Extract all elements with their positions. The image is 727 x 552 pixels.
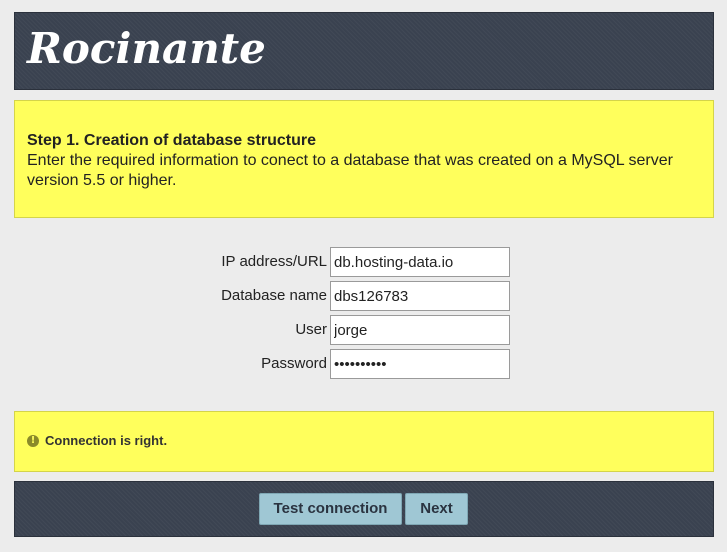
dbname-label: Database name [221,287,327,304]
dbname-input[interactable] [330,281,510,311]
user-label: User [295,321,327,338]
app-header: Rocinante [14,12,714,90]
form-row-ip: IP address/URL [0,247,727,277]
status-panel: ! Connection is right. [14,411,714,472]
user-input[interactable] [330,315,510,345]
test-connection-button[interactable]: Test connection [259,493,402,525]
step-info-panel: Step 1. Creation of database structure E… [14,100,714,218]
form-row-user: User [0,315,727,345]
step-title: Step 1. Creation of database structure [27,132,316,149]
app-footer: Test connection Next [14,481,714,537]
ip-label: IP address/URL [221,253,327,270]
ip-input[interactable] [330,247,510,277]
form-row-password: Password [0,349,727,379]
status-message: Connection is right. [45,433,168,448]
form-row-dbname: Database name [0,281,727,311]
password-input[interactable] [330,349,510,379]
app-logo: Rocinante [27,24,266,73]
password-label: Password [261,355,327,372]
info-icon: ! [27,435,39,447]
next-button[interactable]: Next [405,493,468,525]
step-description: Enter the required information to conect… [27,152,673,189]
